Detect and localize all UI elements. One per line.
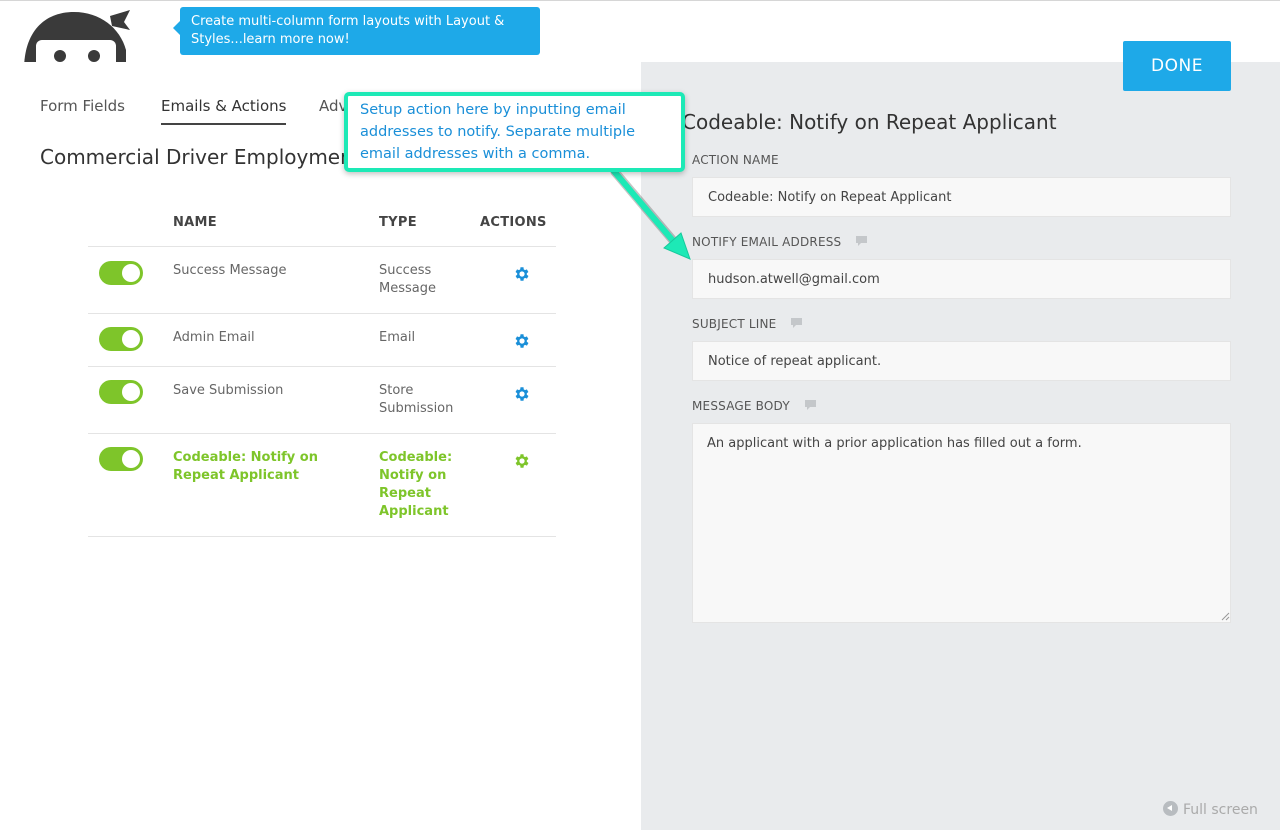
action-type: Codeable: Notify on Repeat Applicant: [379, 450, 453, 519]
action-settings-title: Codeable: Notify on Repeat Applicant: [682, 110, 1057, 134]
action-type: Success Message: [379, 263, 436, 296]
action-name-label: ACTION NAME: [692, 153, 779, 167]
message-body-label: MESSAGE BODY: [692, 399, 817, 413]
builder-panel: Form Fields Emails & Actions Adv Commerc…: [0, 62, 641, 830]
collapse-arrow-icon: [1163, 801, 1178, 816]
column-header-actions: ACTIONS: [480, 215, 547, 230]
action-type: Store Submission: [379, 383, 454, 416]
table-row: Save Submission Store Submission: [88, 367, 556, 434]
subject-line-label: SUBJECT LINE: [692, 317, 803, 331]
help-bubble-icon[interactable]: [855, 235, 868, 247]
full-screen-toggle[interactable]: Full screen: [1163, 801, 1258, 818]
action-toggle[interactable]: [99, 380, 143, 404]
table-row: Success Message Success Message: [88, 247, 556, 314]
help-bubble-icon[interactable]: [790, 317, 803, 329]
message-body-field[interactable]: An applicant with a prior application ha…: [692, 423, 1231, 623]
toggle-knob: [122, 330, 140, 348]
action-toggle[interactable]: [99, 261, 143, 285]
full-screen-label: Full screen: [1183, 802, 1258, 818]
tab-form-fields[interactable]: Form Fields: [40, 97, 125, 125]
gear-icon[interactable]: [513, 385, 531, 403]
notify-email-field[interactable]: [692, 259, 1231, 299]
resize-grip-icon[interactable]: [1220, 611, 1230, 621]
action-type: Email: [379, 330, 416, 345]
action-name: Codeable: Notify on Repeat Applicant: [173, 450, 318, 483]
notify-email-label-text: NOTIFY EMAIL ADDRESS: [692, 235, 842, 249]
toggle-knob: [122, 264, 140, 282]
toggle-knob: [122, 383, 140, 401]
subject-line-field[interactable]: [692, 341, 1231, 381]
column-header-type: TYPE: [379, 215, 417, 230]
toggle-knob: [122, 450, 140, 468]
callout-text: Setup action here by inputting email add…: [360, 102, 636, 162]
tab-emails-actions[interactable]: Emails & Actions: [161, 97, 287, 125]
message-body-label-text: MESSAGE BODY: [692, 399, 790, 413]
gear-icon[interactable]: [513, 265, 531, 283]
action-name-field[interactable]: [692, 177, 1231, 217]
action-name: Admin Email: [173, 330, 255, 345]
notify-email-label: NOTIFY EMAIL ADDRESS: [692, 235, 868, 249]
promo-text: Create multi-column form layouts with La…: [191, 14, 505, 47]
actions-table: NAME TYPE ACTIONS Success Message Succes…: [88, 207, 556, 537]
table-row: Codeable: Notify on Repeat Applicant Cod…: [88, 434, 556, 537]
gear-icon[interactable]: [513, 452, 531, 470]
gear-icon[interactable]: [513, 332, 531, 350]
table-row: Admin Email Email: [88, 314, 556, 367]
table-header: NAME TYPE ACTIONS: [88, 207, 556, 247]
help-bubble-icon[interactable]: [804, 399, 817, 411]
done-button[interactable]: DONE: [1123, 41, 1231, 91]
action-toggle[interactable]: [99, 327, 143, 351]
column-header-name: NAME: [173, 215, 217, 230]
action-name: Success Message: [173, 263, 287, 278]
promo-tooltip[interactable]: Create multi-column form layouts with La…: [173, 7, 540, 55]
annotation-callout: Setup action here by inputting email add…: [344, 92, 685, 172]
subject-line-label-text: SUBJECT LINE: [692, 317, 777, 331]
ninja-forms-logo: [24, 10, 130, 70]
action-toggle[interactable]: [99, 447, 143, 471]
form-title: Commercial Driver Employment: [40, 145, 361, 169]
action-name-label-text: ACTION NAME: [692, 153, 779, 167]
action-name: Save Submission: [173, 383, 284, 398]
